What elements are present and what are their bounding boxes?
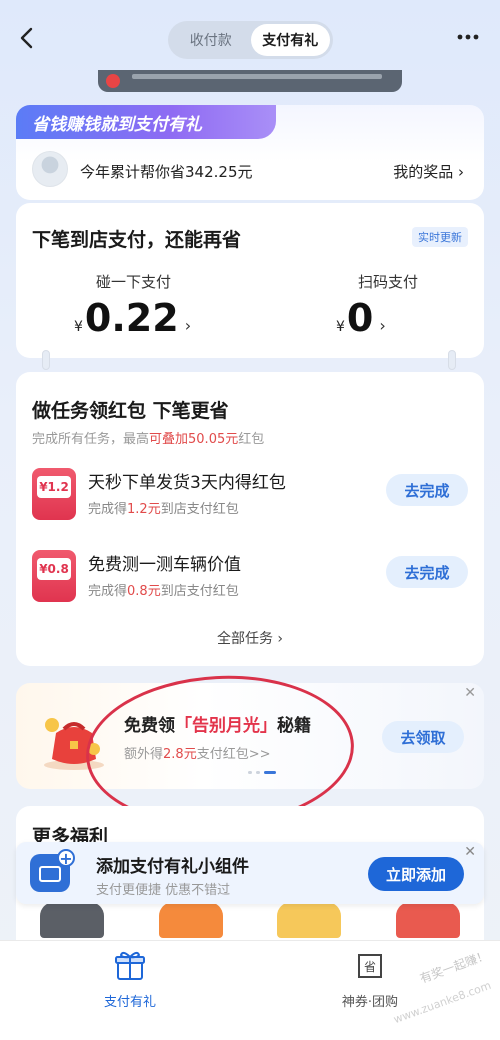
notification-text-obscured [132, 74, 382, 79]
complete-task-button[interactable]: 去完成 [386, 474, 468, 506]
chevron-right-icon: › [379, 316, 386, 335]
tab-receive-pay[interactable]: 收付款 [171, 24, 251, 56]
add-widget-banner: + 添加支付有礼小组件 支付更便捷 优惠不错过 立即添加 ✕ [16, 842, 484, 904]
task-desc: 完成得0.8元到店支付红包 [88, 584, 239, 599]
annual-savings-text: 今年累计帮你省342.25元 [80, 163, 253, 181]
scan-pay-column[interactable]: 扫码支付 ¥ 0 › [336, 271, 500, 340]
pay-section-title: 下笔到店支付，还能再省 [32, 229, 242, 251]
svg-text:省: 省 [364, 960, 376, 974]
promo-subtitle: 额外得2.8元支付红包>> [124, 747, 271, 762]
promo-card[interactable]: 免费领「告别月光」秘籍 额外得2.8元支付红包>> 去领取 ✕ [16, 683, 484, 789]
my-prizes-link[interactable]: 我的奖品 › [393, 161, 464, 182]
bottom-tab-bar: 支付有礼 省 神券·团购 [0, 940, 500, 1040]
back-arrow-icon[interactable] [14, 24, 42, 52]
complete-task-button[interactable]: 去完成 [386, 556, 468, 588]
benefit-item-thumbnail[interactable] [40, 902, 104, 938]
top-segmented-control: 收付款 支付有礼 [168, 21, 333, 59]
more-options-icon[interactable] [456, 30, 480, 44]
scan-pay-value: 0 [346, 296, 374, 340]
add-widget-button[interactable]: 立即添加 [368, 857, 464, 891]
benefit-item-thumbnail[interactable] [395, 902, 460, 938]
currency-symbol: ¥ [74, 319, 83, 335]
task-name: 天秒下单发货3天内得红包 [88, 473, 286, 493]
benefit-item-thumbnail[interactable] [277, 902, 342, 938]
claim-button[interactable]: 去领取 [382, 721, 464, 753]
tab-pay-rewards-bottom[interactable]: 支付有礼 [60, 949, 200, 1010]
notification-strip[interactable] [98, 70, 402, 92]
notification-dot-icon [106, 74, 120, 88]
tab-coupons-groupbuy[interactable]: 省 神券·团购 [300, 949, 440, 1010]
gift-icon [115, 951, 145, 980]
currency-symbol: ¥ [336, 319, 345, 335]
realtime-update-badge: 实时更新 [412, 227, 468, 247]
widget-title: 添加支付有礼小组件 [96, 857, 249, 877]
widget-subtitle: 支付更便捷 优惠不错过 [96, 883, 231, 898]
promo-title: 免费领「告别月光」秘籍 [124, 716, 311, 736]
carousel-pager [248, 771, 276, 774]
tab-pay-rewards[interactable]: 支付有礼 [250, 24, 330, 56]
card-connector-left [42, 350, 50, 370]
savings-summary-card: 省钱赚钱就到支付有礼 今年累计帮你省342.25元 我的奖品 › [16, 105, 484, 200]
benefit-item-thumbnail[interactable] [158, 902, 223, 938]
tap-to-pay-value: 0.22 [84, 296, 179, 340]
task-desc: 完成得1.2元到店支付红包 [88, 502, 239, 517]
slogan-banner: 省钱赚钱就到支付有礼 [16, 105, 276, 139]
scan-pay-amount[interactable]: ¥ 0 › [336, 296, 500, 340]
tap-to-pay-label: 碰一下支付 [96, 273, 172, 291]
tap-to-pay-amount[interactable]: ¥ 0.22 › [74, 296, 274, 340]
coupon-icon: 省 [358, 954, 382, 978]
avatar[interactable] [32, 151, 68, 187]
tasks-title: 做任务领红包 下笔更省 [32, 400, 229, 422]
task-name: 免费测一测车辆价值 [88, 555, 241, 575]
benefit-items-row [40, 902, 460, 938]
close-icon[interactable]: ✕ [464, 685, 476, 701]
close-icon[interactable]: ✕ [464, 844, 476, 860]
tap-to-pay-column[interactable]: 碰一下支付 ¥ 0.22 › [74, 271, 274, 340]
red-packet-icon: ¥0.8 [32, 550, 76, 602]
tasks-subtitle: 完成所有任务，最高可叠加50.05元红包 [32, 432, 265, 447]
tasks-card: 做任务领红包 下笔更省 完成所有任务，最高可叠加50.05元红包 ¥1.2 天秒… [16, 372, 484, 666]
red-packet-icon: ¥1.2 [32, 468, 76, 520]
next-payment-card: 下笔到店支付，还能再省 实时更新 碰一下支付 ¥ 0.22 › 扫码支付 ¥ 0… [16, 203, 484, 358]
scan-pay-label: 扫码支付 [358, 273, 419, 291]
top-bar: 收付款 支付有礼 [0, 0, 500, 78]
tab-label: 支付有礼 [103, 995, 156, 1010]
all-tasks-link[interactable]: 全部任务 › [16, 628, 484, 648]
chevron-right-icon: › [184, 316, 192, 335]
task-item: ¥0.8 免费测一测车辆价值 完成得0.8元到店支付红包 去完成 [32, 550, 468, 606]
money-bag-icon [44, 718, 104, 770]
widget-icon: + [30, 849, 75, 892]
task-item: ¥1.2 天秒下单发货3天内得红包 完成得1.2元到店支付红包 去完成 [32, 468, 468, 524]
card-connector-right [448, 350, 456, 370]
